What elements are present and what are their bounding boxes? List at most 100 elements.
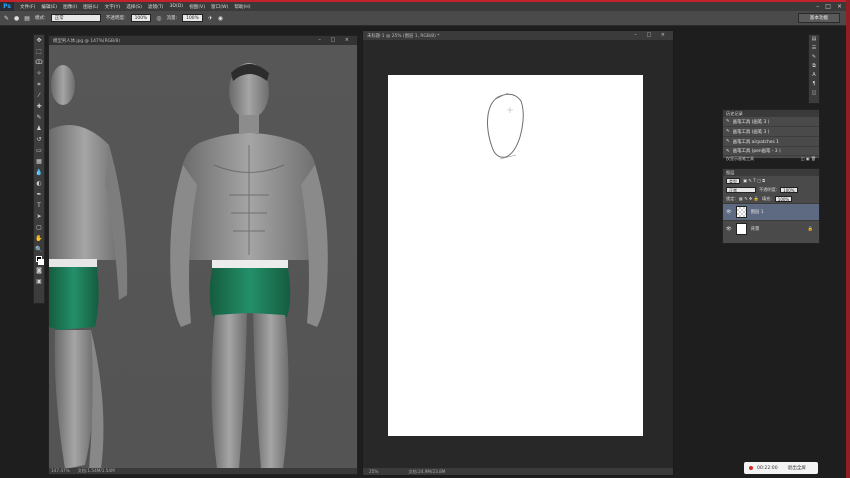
layer-filter-row: 类型 ▣ ✎ T ▢ ⧉ xyxy=(723,176,819,185)
fill-input[interactable]: 100% xyxy=(774,195,793,202)
layer-row-layer1[interactable]: 👁 图层 1 xyxy=(723,203,819,220)
reference-canvas[interactable] xyxy=(49,45,357,469)
history-item[interactable]: ✎ 画笔工具 (pen画笔 - 3 ) xyxy=(723,147,819,156)
brush-tool-icon[interactable]: ✎ xyxy=(4,15,9,22)
history-item[interactable]: ✎ 画笔工具 (画笔 3 ) xyxy=(723,117,819,127)
move-tool-icon[interactable]: ✥ xyxy=(34,36,44,46)
dodge-icon[interactable]: ◐ xyxy=(34,179,44,189)
head-sketch xyxy=(487,92,524,160)
eraser-icon[interactable]: ▭ xyxy=(34,146,44,156)
minimize-icon[interactable]: – xyxy=(816,3,819,10)
drawing-status-bar: 25% 文档:24.9M/23.8M xyxy=(363,468,673,475)
eyedropper-icon[interactable]: ⁄ xyxy=(34,91,44,101)
properties-panel-icon[interactable]: ☰ xyxy=(809,45,819,53)
reference-zoom[interactable]: 147.47% xyxy=(51,468,70,473)
mode-label: 模式: xyxy=(34,16,46,21)
menu-type[interactable]: 文字(Y) xyxy=(105,4,121,10)
filter-icons[interactable]: ▣ ✎ T ▢ ⧉ xyxy=(743,178,765,183)
layer-opacity-label: 不透明度: xyxy=(759,186,778,192)
reference-document-title: 模型男人体.jpg @ 147%(RGB/8) xyxy=(53,38,121,44)
history-panel: 历史记录 ✎ 画笔工具 (画笔 3 ) ✎ 画笔工具 (画笔 3 ) ✎ 画笔工具 a… xyxy=(722,109,820,162)
reference-window-controls[interactable]: – □ × xyxy=(318,37,353,43)
menu-filter[interactable]: 滤镜(T) xyxy=(148,4,164,10)
drawing-document-tab[interactable]: 未标题-1 @ 25% (图层 1, RGB/8) * xyxy=(363,31,673,40)
layers-panel-title: 图层 xyxy=(723,169,819,176)
layer-thumbnail xyxy=(735,223,747,235)
opacity-input[interactable]: 100% xyxy=(130,14,152,22)
crop-tool-icon[interactable]: ⌗ xyxy=(34,80,44,90)
gradient-icon[interactable]: ▦ xyxy=(34,157,44,167)
history-actions-icon[interactable]: ◫ ▣ 🗑 xyxy=(801,156,816,162)
screen-mode-icon[interactable]: ▣ xyxy=(34,277,44,287)
close-icon[interactable]: × xyxy=(837,3,842,10)
history-item[interactable]: ✎ 画笔工具 airpatches 1 xyxy=(723,137,819,147)
mode-select[interactable]: 正常 xyxy=(50,14,101,22)
history-footer: 仅显示画笔工具 ◫ ▣ 🗑 xyxy=(723,156,819,162)
drawing-doc-size: 文档:24.9M/23.8M xyxy=(408,469,446,474)
magic-wand-icon[interactable]: ✧ xyxy=(34,69,44,79)
type-icon[interactable]: T xyxy=(34,201,44,211)
anatomy-reference-image xyxy=(49,63,328,469)
drawing-window-controls[interactable]: – □ × xyxy=(634,32,669,38)
flow-label: 流量: xyxy=(166,16,178,21)
lock-label: 锁定: xyxy=(726,195,736,201)
history-brush-icon[interactable]: ↺ xyxy=(34,135,44,145)
history-item[interactable]: ✎ 画笔工具 (画笔 3 ) xyxy=(723,127,819,137)
pressure-size-icon[interactable]: ◉ xyxy=(218,15,223,22)
hand-icon[interactable]: ✋ xyxy=(34,234,44,244)
visibility-eye-icon[interactable]: 👁 xyxy=(726,210,732,215)
character-panel-icon[interactable]: A xyxy=(809,72,819,80)
background-color[interactable] xyxy=(38,259,44,265)
layer-row-background[interactable]: 👁 背景 🔒 xyxy=(723,220,819,237)
brush-panel-icon[interactable]: ✎ xyxy=(809,54,819,62)
quick-mask-icon[interactable]: ◙ xyxy=(34,266,44,276)
reference-document-tab[interactable]: 模型男人体.jpg @ 147%(RGB/8) xyxy=(49,36,357,45)
menu-layer[interactable]: 图层(L) xyxy=(83,4,98,10)
menu-select[interactable]: 选择(S) xyxy=(126,4,142,10)
clone-source-icon[interactable]: ⧉ xyxy=(809,63,819,71)
history-panel-icon[interactable]: ▤ xyxy=(809,36,819,44)
menu-view[interactable]: 视图(V) xyxy=(189,4,205,10)
menu-3d[interactable]: 3D(D) xyxy=(169,4,183,10)
layer-kind-filter[interactable]: 类型 xyxy=(726,177,740,184)
clone-stamp-icon[interactable]: ♟ xyxy=(34,124,44,134)
visibility-eye-icon[interactable]: 👁 xyxy=(726,227,732,232)
menu-edit[interactable]: 编辑(E) xyxy=(41,4,57,10)
drawing-zoom[interactable]: 25% xyxy=(369,468,378,475)
menu-image[interactable]: 图像(I) xyxy=(63,4,77,10)
brush-panel-icon[interactable]: ▤ xyxy=(24,15,30,22)
stop-recording-button[interactable]: 退出全屏 xyxy=(788,465,806,471)
lock-icons[interactable]: ▦ ✎ ✥ 🔒 xyxy=(739,196,759,202)
workspace-select[interactable]: 基本功能 xyxy=(798,13,840,23)
marquee-tool-icon[interactable]: ⬚ xyxy=(34,47,44,57)
layer-name: 图层 1 xyxy=(750,210,764,215)
drawing-canvas[interactable] xyxy=(388,75,643,436)
brush-preset-icon[interactable]: ● xyxy=(14,15,19,22)
brush-icon[interactable]: ✎ xyxy=(34,113,44,123)
flow-input[interactable]: 100% xyxy=(182,14,203,22)
menu-file[interactable]: 文件(F) xyxy=(20,4,35,10)
fill-label: 填充: xyxy=(761,195,772,201)
blend-mode-select[interactable]: 正常 xyxy=(726,186,756,193)
healing-brush-icon[interactable]: ✚ xyxy=(34,102,44,112)
shape-icon[interactable]: ▢ xyxy=(34,223,44,233)
main-menu: 文件(F) 编辑(E) 图像(I) 图层(L) 文字(Y) 选择(S) 滤镜(T… xyxy=(14,4,251,10)
pressure-opacity-icon[interactable]: ◎ xyxy=(156,15,161,22)
drawing-document-title: 未标题-1 @ 25% (图层 1, RGB/8) * xyxy=(367,33,440,39)
brush-icon: ✎ xyxy=(726,119,730,124)
menu-window[interactable]: 窗口(W) xyxy=(211,4,228,10)
lasso-tool-icon[interactable]: ↀ xyxy=(34,58,44,68)
zoom-icon[interactable]: 🔍 xyxy=(34,245,44,255)
blur-icon[interactable]: 💧 xyxy=(34,168,44,178)
maximize-icon[interactable]: □ xyxy=(825,3,831,10)
pen-icon[interactable]: ✒ xyxy=(34,190,44,200)
airbrush-icon[interactable]: ✈ xyxy=(208,15,213,22)
menu-help[interactable]: 帮助(H) xyxy=(234,4,250,10)
opacity-label: 不透明度: xyxy=(105,16,126,21)
layers-panel-icon[interactable]: ◫ xyxy=(809,90,819,98)
options-bar: ✎ ● ▤ 模式: 正常 不透明度: 100% ◎ 流量: 100% ✈ ◉ 基… xyxy=(0,11,846,26)
layer-opacity-input[interactable]: 100% xyxy=(780,186,798,193)
path-select-icon[interactable]: ➤ xyxy=(34,212,44,222)
paragraph-panel-icon[interactable]: ¶ xyxy=(809,81,819,89)
drawing-document-window: 未标题-1 @ 25% (图层 1, RGB/8) * – □ × 25% 文档… xyxy=(362,30,674,476)
